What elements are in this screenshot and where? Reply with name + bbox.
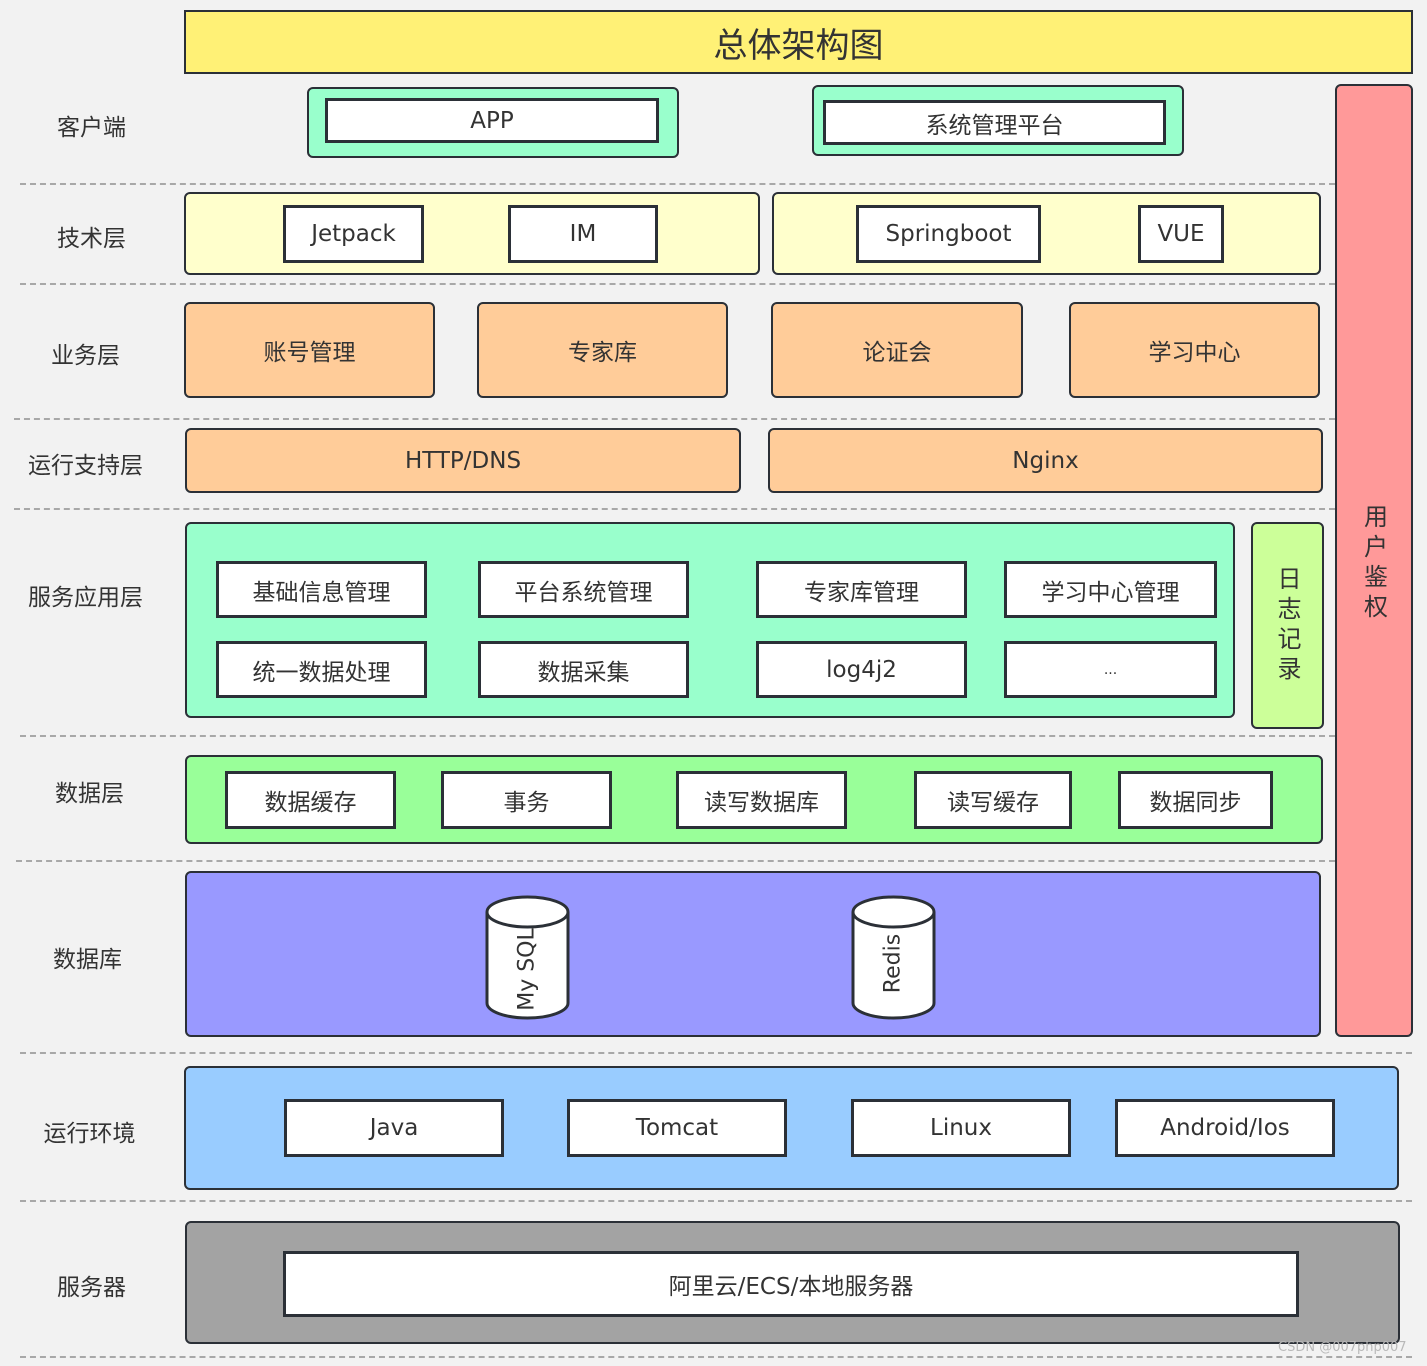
tech-im: IM xyxy=(508,205,658,263)
business-review-meeting-label: 论证会 xyxy=(862,340,932,366)
business-account-label: 账号管理 xyxy=(263,340,356,366)
redis-cylinder: Redis xyxy=(851,895,936,1021)
separator xyxy=(20,735,1335,737)
server-container: 阿里云/ECS/本地服务器 xyxy=(185,1221,1400,1344)
data-cache: 数据缓存 xyxy=(225,771,396,829)
logging-bar: 日志记录 xyxy=(1251,522,1324,729)
separator xyxy=(20,1356,1412,1358)
data-layer-container: 数据缓存 事务 读写数据库 读写缓存 数据同步 xyxy=(185,755,1323,844)
service-more: ... xyxy=(1004,641,1217,698)
separator xyxy=(20,183,1335,185)
client-admin-container: 系统管理平台 xyxy=(812,85,1184,156)
business-learning-center: 学习中心 xyxy=(1069,302,1320,398)
data-transaction: 事务 xyxy=(441,771,612,829)
tech-springboot: Springboot xyxy=(856,205,1041,263)
separator xyxy=(16,860,1335,862)
business-expert-library-label: 专家库 xyxy=(568,340,637,366)
separator xyxy=(20,283,1335,285)
layer-label-runtime-env: 运行环境 xyxy=(43,1121,136,1147)
tech-mobile-container: Jetpack IM xyxy=(184,192,760,275)
separator xyxy=(14,418,1335,420)
layer-label-database: 数据库 xyxy=(53,947,122,973)
redis-label: Redis xyxy=(880,933,906,994)
client-app-container: APP xyxy=(307,87,679,158)
service-log4j2: log4j2 xyxy=(756,641,967,698)
runtime-java: Java xyxy=(284,1099,504,1157)
database-container: My SQL Redis xyxy=(185,871,1321,1037)
separator xyxy=(14,508,1335,510)
client-app: APP xyxy=(325,98,659,143)
title-banner: 总体架构图 xyxy=(184,10,1413,74)
service-basic-info: 基础信息管理 xyxy=(216,561,427,618)
diagram-title: 总体架构图 xyxy=(713,25,884,66)
business-learning-center-label: 学习中心 xyxy=(1148,340,1241,366)
client-admin-platform: 系统管理平台 xyxy=(823,100,1166,145)
runtime-android-ios: Android/Ios xyxy=(1115,1099,1335,1157)
layer-label-tech: 技术层 xyxy=(57,226,126,252)
support-nginx-label: Nginx xyxy=(1012,447,1079,474)
separator xyxy=(20,1052,1412,1054)
runtime-linux: Linux xyxy=(851,1099,1071,1157)
data-sync: 数据同步 xyxy=(1118,771,1273,829)
support-http-dns: HTTP/DNS xyxy=(185,428,741,493)
support-nginx: Nginx xyxy=(768,428,1323,493)
server-cloud: 阿里云/ECS/本地服务器 xyxy=(283,1251,1299,1317)
layer-label-client: 客户端 xyxy=(57,115,126,141)
business-review-meeting: 论证会 xyxy=(771,302,1023,398)
runtime-tomcat: Tomcat xyxy=(567,1099,787,1157)
business-account: 账号管理 xyxy=(184,302,435,398)
mysql-cylinder: My SQL xyxy=(485,895,570,1021)
watermark: CSDN @007php007 xyxy=(1278,1340,1407,1355)
business-expert-library: 专家库 xyxy=(477,302,728,398)
service-app-container: 基础信息管理 平台系统管理 专家库管理 学习中心管理 统一数据处理 数据采集 l… xyxy=(185,522,1235,718)
support-http-dns-label: HTTP/DNS xyxy=(404,447,522,474)
data-rw-database: 读写数据库 xyxy=(676,771,847,829)
separator xyxy=(20,1200,1412,1202)
tech-jetpack: Jetpack xyxy=(283,205,424,263)
tech-web-container: Springboot VUE xyxy=(772,192,1321,275)
layer-label-server: 服务器 xyxy=(57,1275,126,1301)
layer-label-runtime-support: 运行支持层 xyxy=(28,453,143,479)
data-rw-cache: 读写缓存 xyxy=(914,771,1072,829)
logging-bar-label: 日志记录 xyxy=(1273,565,1301,686)
layer-label-service-app: 服务应用层 xyxy=(28,585,143,611)
service-data-collection: 数据采集 xyxy=(478,641,689,698)
service-learning-center: 学习中心管理 xyxy=(1004,561,1217,618)
mysql-label: My SQL xyxy=(514,928,540,1011)
service-platform-system: 平台系统管理 xyxy=(478,561,689,618)
layer-label-data: 数据层 xyxy=(55,781,124,807)
service-expert-library: 专家库管理 xyxy=(756,561,967,618)
auth-bar-label: 用户鉴权 xyxy=(1359,504,1388,624)
layer-label-business: 业务层 xyxy=(51,343,120,369)
auth-bar: 用户鉴权 xyxy=(1335,84,1413,1037)
runtime-env-container: Java Tomcat Linux Android/Ios xyxy=(184,1066,1399,1190)
service-unified-data: 统一数据处理 xyxy=(216,641,427,698)
tech-vue: VUE xyxy=(1138,205,1224,263)
